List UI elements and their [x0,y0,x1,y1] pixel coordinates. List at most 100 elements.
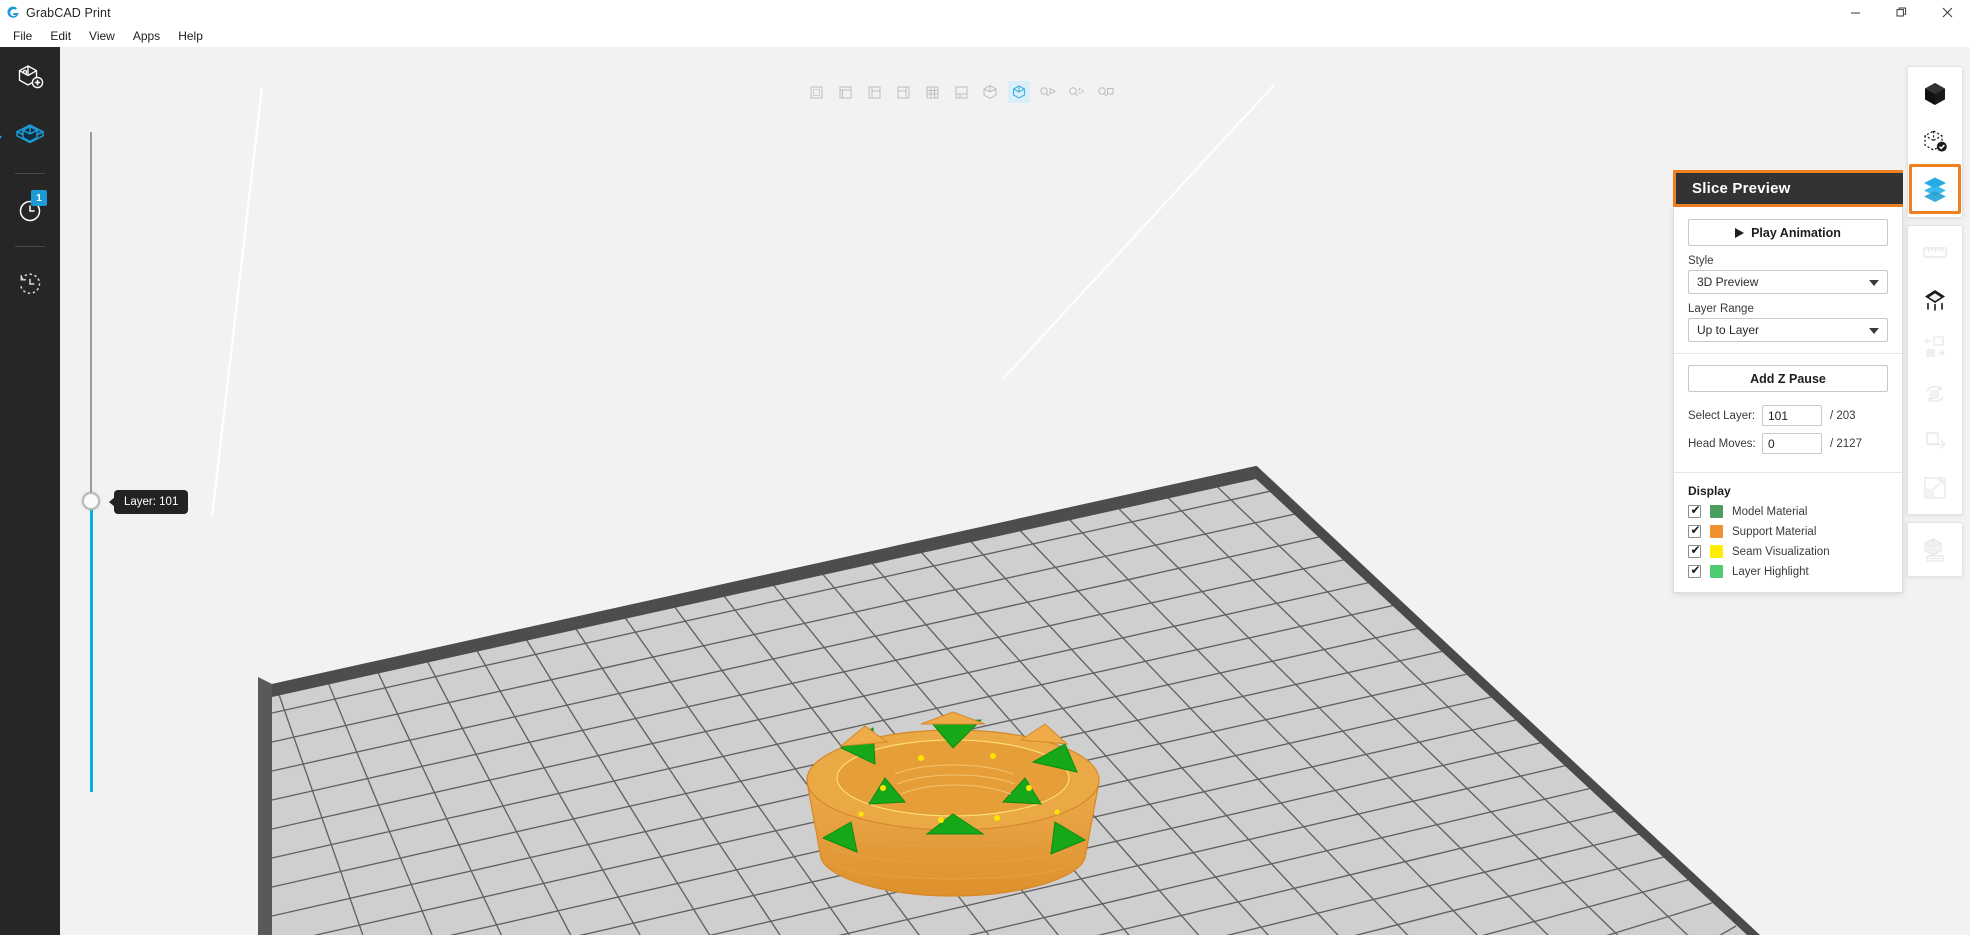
layer-slider-track-lower[interactable] [90,510,93,792]
add-z-pause-button[interactable]: Add Z Pause [1688,365,1888,392]
view-back-icon[interactable] [834,81,856,103]
checkbox-layer-highlight[interactable]: Layer Highlight [1688,563,1888,578]
head-moves-label: Head Moves: [1688,437,1756,450]
model-settings-icon[interactable] [1911,70,1959,117]
print-history-badge: 1 [31,190,47,206]
layer-slider[interactable]: Layer: 101 [78,132,198,792]
slice-preview-body: Play Animation Style 3D Preview Layer Ra… [1673,207,1903,593]
animation-section: Play Animation Style 3D Preview Layer Ra… [1688,219,1888,353]
head-moves-input[interactable] [1762,433,1822,454]
menu-apps[interactable]: Apps [124,26,169,46]
orient-icon[interactable] [1911,276,1959,323]
slice-preview-panel: Slice Preview Play Animation Style 3D Pr… [1673,170,1903,593]
scale-icon[interactable] [1911,464,1959,511]
layer-slider-tooltip: Layer: 101 [108,490,189,514]
display-label: Display [1688,484,1731,498]
menu-file[interactable]: File [4,26,41,46]
print-tray-icon[interactable] [1911,526,1959,573]
model-material-label: Model Material [1732,505,1808,518]
color-swatch-seam-visualization [1710,545,1723,558]
rail-group-print [1907,522,1963,577]
chevron-down-icon [1869,280,1879,286]
zoom-selection-icon[interactable] [1066,81,1088,103]
layer-slider-handle[interactable] [82,492,100,510]
sliced-model-preview[interactable] [745,662,1165,922]
menu-help[interactable]: Help [169,26,212,46]
restore-button[interactable] [1878,0,1924,25]
rail-group-primary [1907,66,1963,218]
sidebar-item-model-view[interactable] [0,107,60,167]
window-title: GrabCAD Print [26,5,111,20]
color-swatch-layer-highlight [1710,565,1723,578]
panel-divider-1 [1674,353,1902,354]
chevron-down-icon [1869,328,1879,334]
checkbox-box[interactable] [1688,543,1702,558]
support-material-label: Support Material [1732,525,1817,538]
select-layer-row: Select Layer: / 203 [1688,405,1888,426]
layer-range-select[interactable]: Up to Layer [1688,318,1888,342]
view-right-icon[interactable] [892,81,914,103]
checkbox-box[interactable] [1688,503,1702,518]
panel-title: Slice Preview [1692,180,1791,197]
left-sidebar: 1 [0,47,60,935]
head-moves-row: Head Moves: / 2127 [1688,433,1888,454]
layer-highlight-label: Layer Highlight [1732,565,1809,578]
display-section: Display Model Material Support Material … [1688,484,1888,578]
grabcad-print-window: GrabCAD Print File Edit View Apps Help L… [0,0,1970,935]
checkbox-box[interactable] [1688,523,1702,538]
rotate-icon[interactable] [1911,417,1959,464]
measure-icon[interactable] [1911,229,1959,276]
slice-preview-icon[interactable] [1909,164,1961,214]
sidebar-item-recent-activity[interactable] [0,253,60,313]
layer-range-label: Layer Range [1688,303,1754,315]
rail-group-tools [1907,225,1963,515]
close-button[interactable] [1924,0,1970,25]
layer-slider-track-upper[interactable] [90,132,92,497]
zoom-window-icon[interactable] [1095,81,1117,103]
slice-preview-header: Slice Preview [1673,170,1903,207]
style-label: Style [1688,255,1714,267]
model-analysis-icon[interactable] [1911,117,1959,164]
color-swatch-model-material [1710,505,1723,518]
head-moves-total: / 2127 [1830,437,1862,450]
menu-bar: File Edit View Apps Help [0,25,1970,47]
style-select[interactable]: 3D Preview [1688,270,1888,294]
sidebar-item-add-model[interactable] [0,47,60,107]
view-front-icon[interactable] [805,81,827,103]
play-icon [1735,227,1745,238]
layer-controls-section: Add Z Pause Select Layer: / 203 Head Mov… [1688,365,1888,472]
view-bottom-icon[interactable] [950,81,972,103]
seam-visualization-label: Seam Visualization [1732,545,1830,558]
play-animation-button[interactable]: Play Animation [1688,219,1888,246]
select-layer-label: Select Layer: [1688,409,1756,422]
style-value: 3D Preview [1697,275,1759,289]
sidebar-divider-1 [15,173,45,174]
sidebar-item-print-history[interactable]: 1 [0,180,60,240]
minimize-button[interactable] [1832,0,1878,25]
checkbox-support-material[interactable]: Support Material [1688,523,1888,538]
view-isometric-icon[interactable] [979,81,1001,103]
title-bar: GrabCAD Print [0,0,1970,25]
checkbox-model-material[interactable]: Model Material [1688,503,1888,518]
play-animation-label: Play Animation [1751,225,1841,240]
grabcad-logo-icon [0,6,26,20]
select-layer-total: / 203 [1830,409,1856,422]
pack-icon[interactable] [1911,323,1959,370]
layer-range-value: Up to Layer [1697,323,1760,337]
panel-divider-2 [1674,472,1902,473]
plate-edge-left [258,677,272,935]
checkbox-box[interactable] [1688,563,1702,578]
view-left-icon[interactable] [863,81,885,103]
checkbox-seam-visualization[interactable]: Seam Visualization [1688,543,1888,558]
menu-edit[interactable]: Edit [41,26,80,46]
view-top-icon[interactable] [921,81,943,103]
right-tool-rail [1907,66,1963,584]
sidebar-divider-2 [15,246,45,247]
arrange-icon[interactable] [1911,370,1959,417]
view-orientation-toolbar [805,80,1117,104]
zoom-to-fit-icon[interactable] [1037,81,1059,103]
select-layer-input[interactable] [1762,405,1822,426]
fit-to-view-icon[interactable] [1008,81,1030,103]
menu-view[interactable]: View [80,26,124,46]
color-swatch-support-material [1710,525,1723,538]
